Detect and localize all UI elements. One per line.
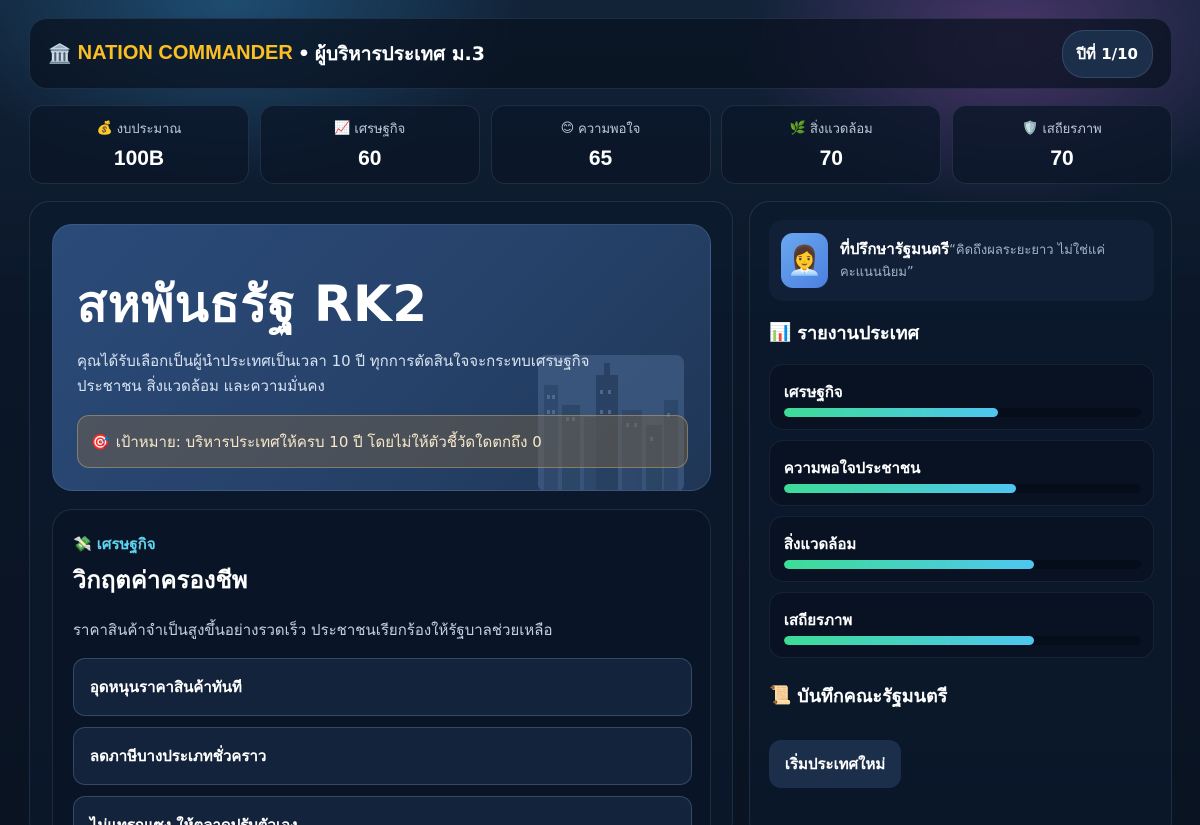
- event-description: ราคาสินค้าจำเป็นสูงขึ้นอย่างรวดเร็ว ประช…: [73, 621, 553, 639]
- advisor-message: ที่ปรึกษารัฐมนตรี“คิดถึงผลระยะยาว ไม่ใช่…: [840, 238, 1140, 284]
- shield-icon: 🛡️: [1022, 121, 1039, 136]
- stat-label: เศรษฐกิจ: [354, 122, 406, 137]
- meter-stability: เสถียรภาพ: [769, 592, 1154, 658]
- event-title: วิกฤตค่าครองชีพ: [73, 566, 248, 594]
- brand-name: NATION COMMANDER: [77, 42, 293, 64]
- app-title: 🏛️ NATION COMMANDER • ผู้บริหารประเทศ ม.…: [48, 39, 485, 69]
- stat-card-environment: 🌿 สิ่งแวดล้อม 70: [721, 105, 942, 184]
- app-subtitle: ผู้บริหารประเทศ ม.3: [315, 42, 485, 65]
- stat-value: 60: [358, 147, 382, 170]
- meter-track: [784, 636, 1141, 645]
- stat-label: งบประมาณ: [116, 122, 182, 137]
- stat-card-economy: 📈 เศรษฐกิจ 60: [259, 105, 480, 184]
- smile-icon: 😊: [560, 121, 575, 136]
- nation-description: คุณได้รับเลือกเป็นผู้นำประเทศเป็นเวลา 10…: [77, 352, 590, 395]
- nation-hero-card: สหพันธรัฐ RK2 คุณได้รับเลือกเป็นผู้นำประ…: [52, 224, 711, 491]
- meter-track: [784, 408, 1141, 417]
- stat-value: 70: [819, 147, 843, 170]
- nation-title: สหพันธรัฐ RK2: [77, 275, 428, 333]
- meter-label: ความพอใจประชาชน: [784, 459, 921, 477]
- bar-chart-icon: 📊: [769, 322, 792, 343]
- stat-card-satisfaction: 😊 ความพอใจ 65: [490, 105, 711, 184]
- meter-fill: [784, 408, 999, 417]
- meter-track: [784, 484, 1141, 493]
- stat-label: สิ่งแวดล้อม: [809, 122, 873, 137]
- meter-fill: [784, 636, 1034, 645]
- goal-text: เป้าหมาย: บริหารประเทศให้ครบ 10 ปี โดยไม…: [115, 432, 542, 451]
- stat-label: เสถียรภาพ: [1042, 122, 1102, 137]
- chart-up-icon: 📈: [334, 121, 351, 136]
- meter-fill: [784, 560, 1034, 569]
- meter-label: เศรษฐกิจ: [784, 383, 843, 401]
- restart-country-button[interactable]: เริ่มประเทศใหม่: [769, 740, 902, 788]
- meter-label: เสถียรภาพ: [784, 611, 853, 629]
- event-category: 💸 เศรษฐกิจ: [73, 532, 156, 556]
- meter-fill: [784, 484, 1017, 493]
- cabinet-log-heading: 📜 บันทึกคณะรัฐมนตรี: [769, 681, 947, 710]
- report-heading: 📊 รายงานประเทศ: [769, 318, 919, 347]
- main-panel: สหพันธรัฐ RK2 คุณได้รับเลือกเป็นผู้นำประ…: [29, 201, 733, 825]
- event-card: 💸 เศรษฐกิจ วิกฤตค่าครองชีพ ราคาสินค้าจำเ…: [52, 509, 711, 825]
- top-bar: 🏛️ NATION COMMANDER • ผู้บริหารประเทศ ม.…: [29, 18, 1172, 89]
- side-panel: 👩‍💼 ที่ปรึกษารัฐมนตรี“คิดถึงผลระยะยาว ไม…: [749, 201, 1172, 825]
- advisor-avatar: 👩‍💼: [781, 233, 828, 288]
- year-badge: ปีที่ 1/10: [1061, 29, 1153, 78]
- choice-button-tax-cut[interactable]: ลดภาษีบางประเภทชั่วคราว: [73, 727, 692, 785]
- meter-label: สิ่งแวดล้อม: [784, 535, 857, 553]
- money-wings-icon: 💸: [73, 535, 92, 553]
- scroll-icon: 📜: [769, 685, 792, 706]
- stat-card-budget: 💰 งบประมาณ 100B: [29, 105, 249, 184]
- cabinet-log-title: บันทึกคณะรัฐมนตรี: [797, 686, 948, 707]
- stat-label: ความพอใจ: [578, 122, 641, 137]
- choice-button-subsidize[interactable]: อุดหนุนราคาสินค้าทันที: [73, 658, 692, 716]
- stat-card-stability: 🛡️ เสถียรภาพ 70: [952, 105, 1172, 184]
- stats-row: 💰 งบประมาณ 100B 📈 เศรษฐกิจ 60 😊 ความพอใจ 65…: [29, 105, 1172, 184]
- meter-satisfaction: ความพอใจประชาชน: [769, 440, 1154, 506]
- event-category-label: เศรษฐกิจ: [96, 535, 156, 553]
- title-separator: •: [297, 42, 310, 65]
- stat-value: 70: [1050, 147, 1074, 170]
- choice-button-no-intervention[interactable]: ไม่แทรกแซง ให้ตลาดปรับตัวเอง: [73, 796, 692, 825]
- goal-banner: 🎯 เป้าหมาย: บริหารประเทศให้ครบ 10 ปี โดย…: [77, 415, 688, 468]
- advisor-name: ที่ปรึกษารัฐมนตรี: [840, 240, 950, 258]
- money-bag-icon: 💰: [96, 121, 113, 136]
- leaf-icon: 🌿: [789, 121, 806, 136]
- advisor-card: 👩‍💼 ที่ปรึกษารัฐมนตรี“คิดถึงผลระยะยาว ไม…: [769, 220, 1154, 301]
- meter-economy: เศรษฐกิจ: [769, 364, 1154, 430]
- stat-value: 100B: [113, 147, 165, 170]
- stat-value: 65: [588, 147, 613, 170]
- meter-environment: สิ่งแวดล้อม: [769, 516, 1154, 582]
- meter-track: [784, 560, 1141, 569]
- government-building-icon: 🏛️: [48, 43, 72, 65]
- target-icon: 🎯: [91, 432, 110, 451]
- report-title: รายงานประเทศ: [797, 323, 920, 344]
